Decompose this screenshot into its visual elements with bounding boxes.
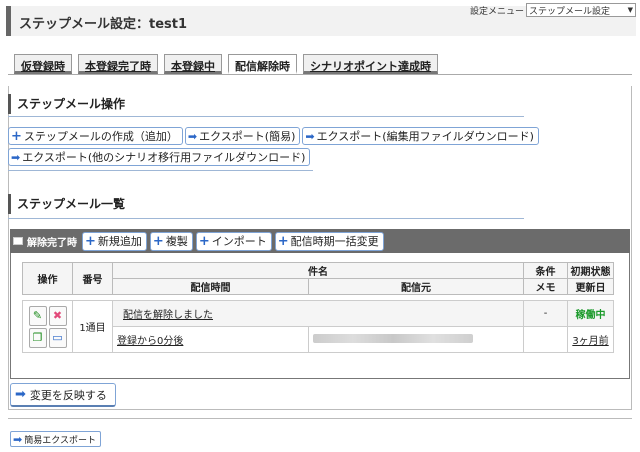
create-step-mail-label: ステップメールの作成（追加） (23, 130, 178, 143)
tab-bar: 仮登録時 本登録完了時 本登録中 配信解除時 シナリオポイント達成時 (14, 54, 438, 74)
row-delivery-time-cell: 登録から0分後 (112, 326, 309, 353)
envelope-icon (13, 237, 23, 245)
row-number: 1通目 (72, 300, 113, 353)
operations-row-2: ➡ エクスポート(他のシナリオ移行用ファイルダウンロード) (8, 148, 311, 166)
export-other-scenario-button[interactable]: ➡ エクスポート(他のシナリオ移行用ファイルダウンロード) (8, 148, 311, 166)
header-initial-state: 初期状態 (567, 262, 614, 279)
operations-divider (8, 116, 524, 117)
table-row: ✎ ✖ ❐ ▭ 1通目 配信を解除しました - 稼働中 (22, 300, 614, 353)
arrow-right-icon: ➡ (13, 432, 23, 446)
arrow-right-icon: ➡ (187, 129, 198, 143)
header-operation: 操作 (22, 262, 73, 295)
bulk-change-label: 配信時期一括変更 (290, 235, 379, 248)
header-updated: 更新日 (567, 278, 614, 295)
tab-unsubscribe[interactable]: 配信解除時 (228, 54, 297, 74)
duplicate-button[interactable]: + 複製 (149, 231, 193, 251)
row-updated-link[interactable]: 3ヶ月前 (572, 336, 608, 347)
page-title: ステップメール設定：test1 (19, 17, 188, 32)
header-sender: 配信元 (308, 278, 524, 295)
row-controls: ✎ ✖ ❐ ▭ (22, 300, 73, 353)
delete-icon[interactable]: ✖ (48, 305, 67, 326)
operations-bottom-divider (8, 170, 313, 171)
list-title: ステップメール一覧 (8, 194, 125, 214)
row-subject-cell: 配信を解除しました (112, 300, 524, 327)
arrow-right-icon: ➡ (305, 129, 315, 143)
export-edit-button[interactable]: ➡ エクスポート(編集用ファイルダウンロード) (302, 127, 539, 145)
preview-icon[interactable]: ▭ (48, 327, 67, 348)
row-condition: - (523, 300, 568, 327)
copy-icon[interactable]: ❐ (28, 327, 47, 348)
status-badge: 稼働中 (575, 310, 606, 321)
export-other-scenario-label: エクスポート(他のシナリオ移行用ファイルダウンロード) (22, 151, 306, 164)
list-divider (8, 218, 524, 219)
sender-redacted (313, 333, 473, 343)
export-simple-label: エクスポート(簡易) (199, 130, 296, 143)
create-step-mail-button[interactable]: + ステップメールの作成（追加） (8, 127, 183, 145)
row-subject-link[interactable]: 配信を解除しました (123, 310, 213, 321)
apply-changes-label: 変更を反映する (29, 388, 107, 402)
settings-menu-select[interactable]: ステップメール設定 ▼ (526, 3, 636, 17)
category-tag: 解除完了時 (13, 234, 77, 249)
edit-icon[interactable]: ✎ (28, 305, 47, 326)
tab-registration-complete[interactable]: 本登録完了時 (78, 54, 158, 74)
step-mail-table: 操作 番号 件名 条件 初期状態 配信時間 配信元 メモ 更新日 ✎ ✖ ❐ ▭ 1… (22, 262, 614, 353)
add-new-label: 新規追加 (97, 235, 142, 248)
plus-icon: + (11, 128, 22, 144)
tabs-divider (8, 74, 632, 75)
header-number: 番号 (72, 262, 113, 295)
header-subject: 件名 (112, 262, 524, 279)
plus-icon: + (85, 233, 96, 249)
operations-row-1: + ステップメールの作成（追加） ➡ エクスポート(簡易) ➡ エクスポート(編… (8, 127, 539, 145)
header-delivery-time: 配信時間 (112, 278, 309, 295)
header-memo: メモ (523, 278, 568, 295)
duplicate-label: 複製 (165, 235, 188, 248)
import-label: インポート (211, 235, 267, 248)
easy-export-button[interactable]: ➡ 簡易エクスポート (10, 431, 101, 447)
row-memo (523, 326, 568, 353)
bottom-divider (8, 418, 632, 419)
tab-registered[interactable]: 本登録中 (164, 54, 222, 74)
row-sender (308, 326, 524, 353)
category-label: 解除完了時 (27, 237, 77, 249)
import-button[interactable]: + インポート (195, 231, 272, 251)
header-condition: 条件 (523, 262, 568, 279)
row-status: 稼働中 (567, 300, 614, 327)
settings-menu: 設定メニュー ステップメール設定 ▼ (470, 3, 636, 17)
plus-icon: + (152, 233, 164, 249)
row-delivery-time-link[interactable]: 登録から0分後 (117, 336, 183, 347)
bulk-change-button[interactable]: + 配信時期一括変更 (274, 231, 384, 251)
list-toolbar: 解除完了時 + 新規追加 + 複製 + インポート + 配信時期一括変更 (10, 229, 630, 253)
apply-changes-button[interactable]: ➡ 変更を反映する (10, 383, 116, 407)
arrow-right-icon: ➡ (11, 150, 21, 164)
plus-icon: + (198, 233, 210, 249)
operations-title: ステップメール操作 (8, 94, 125, 114)
add-new-button[interactable]: + 新規追加 (82, 231, 147, 251)
settings-menu-label: 設定メニュー (469, 6, 524, 17)
plus-icon: + (277, 233, 289, 249)
settings-menu-selected: ステップメール設定 (529, 6, 611, 17)
row-updated-cell: 3ヶ月前 (567, 326, 614, 353)
export-simple-button[interactable]: ➡ エクスポート(簡易) (184, 127, 301, 145)
tab-provisional[interactable]: 仮登録時 (14, 54, 72, 74)
tab-scenario-point[interactable]: シナリオポイント達成時 (303, 54, 438, 74)
easy-export-label: 簡易エクスポート (24, 435, 96, 446)
dropdown-arrow-icon: ▼ (627, 6, 633, 14)
export-edit-label: エクスポート(編集用ファイルダウンロード) (316, 130, 534, 143)
arrow-right-icon: ➡ (15, 387, 26, 402)
